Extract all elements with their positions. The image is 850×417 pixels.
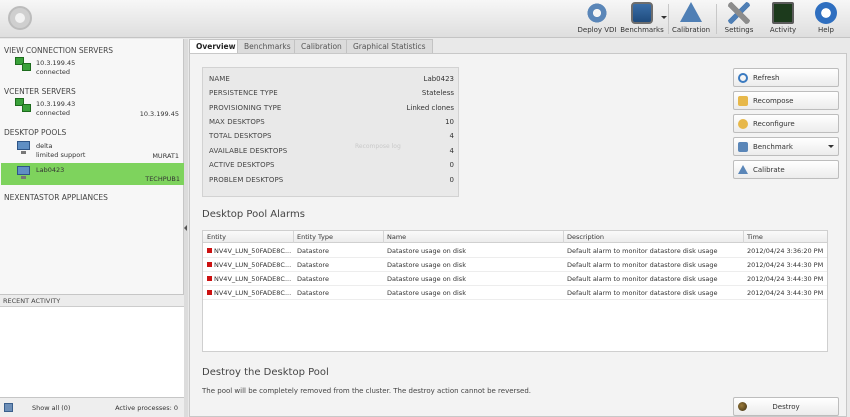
help-button[interactable]: Help: [808, 2, 844, 36]
alarms-table: Entity Entity Type Name Description Time…: [202, 230, 828, 352]
pool-host: TECHPUB1: [145, 175, 180, 183]
connection-servers-title: VIEW CONNECTION SERVERS: [4, 46, 114, 55]
connection-server-ip: 10.3.199.45: [36, 59, 76, 67]
collapse-arrow-icon[interactable]: [184, 225, 187, 231]
calibrate-button[interactable]: Calibrate: [733, 160, 839, 179]
property-row: ACTIVE DESKTOPS 0: [209, 161, 454, 169]
vcenter-servers-title: VCENTER SERVERS: [4, 87, 76, 96]
property-row: MAX DESKTOPS 10: [209, 118, 454, 126]
tab-benchmarks[interactable]: Benchmarks: [237, 39, 298, 53]
help-icon: [815, 2, 837, 24]
status-bar: Show all (0) Active processes: 0: [0, 397, 184, 417]
chart-monitor-icon: [631, 2, 653, 24]
gear-wheels-icon: [586, 2, 608, 24]
refresh-icon: [738, 73, 748, 83]
property-row: AVAILABLE DESKTOPS 4: [209, 147, 454, 155]
table-row[interactable]: NV4V_LUN_50FADE8C... Datastore Datastore…: [203, 244, 827, 258]
vcenter-server-status: connected: [36, 109, 71, 117]
alarms-table-header: Entity Entity Type Name Description Time: [203, 231, 827, 243]
column-header[interactable]: Entity Type: [297, 233, 333, 241]
property-row: TOTAL DESKTOPS 4: [209, 132, 454, 140]
pool-name: Lab0423: [36, 166, 65, 174]
calibration-button[interactable]: Calibration: [671, 2, 711, 36]
column-header[interactable]: Name: [387, 233, 406, 241]
server-network-icon: [15, 57, 31, 71]
toolbar-separator: [716, 4, 717, 34]
column-divider: [743, 231, 744, 243]
property-row: NAME Lab0423: [209, 75, 454, 83]
calibrate-icon: [738, 165, 748, 174]
recent-activity-panel: RECENT ACTIVITY: [0, 294, 184, 409]
tools-icon: [728, 2, 750, 24]
vcenter-server-ip: 10.3.199.43: [36, 100, 76, 108]
property-row: PROBLEM DESKTOPS 0: [209, 176, 454, 184]
recent-activity-header: RECENT ACTIVITY: [0, 295, 184, 307]
toolbar-separator: [668, 4, 669, 34]
tab-overview[interactable]: Overview: [189, 39, 243, 54]
appliances-title: NEXENTASTOR APPLIANCES: [4, 193, 108, 202]
pool-name: delta: [36, 142, 53, 150]
alarms-title: Desktop Pool Alarms: [202, 209, 305, 220]
column-header[interactable]: Entity: [207, 233, 226, 241]
recompose-button[interactable]: Recompose: [733, 91, 839, 110]
recompose-icon: [738, 96, 748, 106]
main-toolbar: Deploy VDI Benchmarks Calibration Settin…: [0, 0, 850, 38]
column-divider: [383, 231, 384, 243]
alarm-severity-icon: [207, 248, 212, 253]
desktop-pool-item-lab0423[interactable]: Lab0423 TECHPUB1: [1, 163, 184, 185]
settings-button[interactable]: Settings: [720, 2, 758, 36]
benchmark-icon: [738, 142, 748, 152]
pool-properties-box: NAME Lab0423 PERSISTENCE TYPE Stateless PR…: [202, 67, 459, 197]
benchmark-button[interactable]: Benchmark: [733, 137, 839, 156]
desktop-pool-icon: [16, 141, 32, 155]
pool-subtitle: limited support: [36, 151, 86, 159]
destroy-description: The pool will be completely removed from…: [202, 387, 532, 395]
destroy-section-title: Destroy the Desktop Pool: [202, 367, 329, 378]
benchmarks-button[interactable]: Benchmarks: [620, 2, 664, 36]
calibration-icon: [680, 2, 702, 22]
recompose-log-ghost-text: Recompose log: [355, 143, 401, 150]
recent-activity-title: RECENT ACTIVITY: [3, 297, 61, 305]
refresh-button[interactable]: Refresh: [733, 68, 839, 87]
reconfigure-button[interactable]: Reconfigure: [733, 114, 839, 133]
vcenter-server-host: 10.3.199.45: [139, 110, 179, 118]
inventory-sidebar: VIEW CONNECTION SERVERS 10.3.199.45 conn…: [0, 39, 184, 417]
app-logo-icon: [8, 6, 32, 30]
connection-server-status: connected: [36, 68, 71, 76]
desktop-pool-icon: [16, 166, 32, 180]
table-row[interactable]: NV4V_LUN_50FADE8C... Datastore Datastore…: [203, 272, 827, 286]
activity-button[interactable]: Activity: [764, 2, 802, 36]
benchmarks-dropdown-arrow-icon[interactable]: [661, 16, 667, 19]
destroy-button[interactable]: Destroy: [733, 397, 839, 416]
show-all-label: Show all (0): [32, 404, 71, 412]
pool-host: MURAT1: [152, 152, 179, 160]
tab-calibration[interactable]: Calibration: [294, 39, 349, 53]
reconfigure-icon: [738, 119, 748, 129]
column-header[interactable]: Description: [567, 233, 604, 241]
table-row[interactable]: NV4V_LUN_50FADE8C... Datastore Datastore…: [203, 258, 827, 272]
active-processes: Active processes: 0: [115, 404, 178, 412]
alarm-severity-icon: [207, 262, 212, 267]
vcenter-server-icon: [15, 98, 31, 112]
alarm-severity-icon: [207, 290, 212, 295]
property-row: PROVISIONING TYPE Linked clones: [209, 104, 454, 112]
chevron-down-icon: [828, 145, 834, 148]
table-row[interactable]: NV4V_LUN_50FADE8C... Datastore Datastore…: [203, 286, 827, 300]
overview-panel: NAME Lab0423 PERSISTENCE TYPE Stateless PR…: [189, 53, 847, 417]
tab-graphical-statistics[interactable]: Graphical Statistics: [346, 39, 433, 53]
column-header[interactable]: Time: [747, 233, 763, 241]
property-row: PERSISTENCE TYPE Stateless: [209, 89, 454, 97]
alarm-severity-icon: [207, 276, 212, 281]
panel-splitter[interactable]: [184, 39, 188, 417]
activity-monitor-icon: [772, 2, 794, 24]
deploy-vdi-button[interactable]: Deploy VDI: [577, 2, 617, 36]
column-divider: [563, 231, 564, 243]
list-icon: [4, 403, 13, 412]
desktop-pools-title: DESKTOP POOLS: [4, 128, 67, 137]
column-divider: [293, 231, 294, 243]
